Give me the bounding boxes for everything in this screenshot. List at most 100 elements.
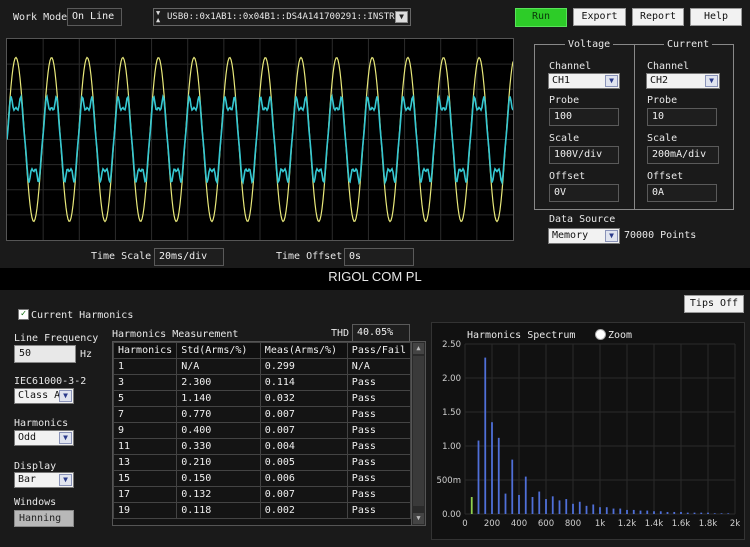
work-mode-field[interactable]: On Line <box>67 8 122 26</box>
column-header[interactable]: Meas(Arms/%) <box>259 342 348 359</box>
x-tick-label: 400 <box>511 519 527 529</box>
table-cell: 2.300 <box>176 374 261 391</box>
watermark-text: RIGOL COM PL <box>328 269 422 284</box>
windows-field[interactable]: Hanning <box>14 510 74 527</box>
table-cell: 9 <box>113 422 178 439</box>
table-row[interactable]: 5 1.140 0.032 Pass <box>113 390 412 407</box>
current-harmonics-label: Current Harmonics <box>31 310 134 321</box>
voltage-probe-field[interactable]: 100 <box>549 108 619 126</box>
y-tick-label: 500m <box>436 476 461 486</box>
voltage-scale-field[interactable]: 100V/div <box>549 146 619 164</box>
standard-select[interactable]: Class A ▼ <box>14 388 74 404</box>
display-select[interactable]: Bar ▼ <box>14 472 74 488</box>
display-label: Display <box>14 461 57 472</box>
time-offset-field[interactable]: 0s <box>344 248 414 266</box>
spectrum-bar <box>524 476 527 514</box>
spectrum-bar <box>612 508 615 514</box>
line-frequency-unit: Hz <box>80 349 93 360</box>
current-probe-field[interactable]: 10 <box>647 108 717 126</box>
table-cell: 0.400 <box>176 422 261 439</box>
spectrum-bar <box>639 510 642 514</box>
spectrum-bar <box>693 512 696 514</box>
waveform-plot <box>7 39 513 240</box>
table-row[interactable]: 15 0.150 0.006 Pass <box>113 470 412 487</box>
data-source-points: 70000 Points <box>624 230 697 241</box>
table-row[interactable]: 1 N/A 0.299 N/A <box>113 358 412 375</box>
scroll-down-arrow[interactable]: ▼ <box>413 513 424 524</box>
table-row[interactable]: 7 0.770 0.007 Pass <box>113 406 412 423</box>
table-row[interactable]: 3 2.300 0.114 Pass <box>113 374 412 391</box>
table-row[interactable]: 13 0.210 0.005 Pass <box>113 454 412 471</box>
spectrum-bar <box>531 497 534 514</box>
table-cell: 0.032 <box>259 390 348 407</box>
line-frequency-field[interactable]: 50 <box>14 345 76 363</box>
spectrum-bar <box>572 503 574 514</box>
table-cell: 0.150 <box>176 470 261 487</box>
spectrum-bar <box>666 511 669 514</box>
table-cell: 19 <box>113 502 178 519</box>
spectrum-bar <box>659 511 662 514</box>
report-button[interactable]: Report <box>632 8 684 26</box>
measurement-title: Harmonics Measurement <box>112 329 239 340</box>
x-tick-label: 1.4k <box>645 519 664 529</box>
table-cell: 17 <box>113 486 178 503</box>
export-button[interactable]: Export <box>573 8 626 26</box>
scroll-up-arrow[interactable]: ▲ <box>413 343 424 354</box>
table-row[interactable]: 11 0.330 0.004 Pass <box>113 438 412 455</box>
column-header[interactable]: Std(Arms/%) <box>176 342 261 359</box>
column-header[interactable]: Pass/Fail <box>346 342 412 359</box>
x-tick-label: 1k <box>595 519 605 529</box>
run-button[interactable]: Run <box>515 8 567 27</box>
table-header-row: Harmonics Std(Arms/%) Meas(Arms/%) Pass/… <box>113 342 412 359</box>
table-cell: 7 <box>113 406 178 423</box>
spectrum-bar <box>605 507 608 514</box>
time-scale-field[interactable]: 20ms/div <box>154 248 224 266</box>
current-offset-field[interactable]: 0A <box>647 184 717 202</box>
spectrum-bar <box>538 491 541 514</box>
spectrum-bar <box>558 500 561 514</box>
time-offset-label: Time Offset <box>276 251 343 262</box>
table-cell: 1 <box>113 358 178 375</box>
waveform-panel <box>6 38 514 241</box>
table-cell: N/A <box>346 358 412 375</box>
current-channel-select[interactable]: CH2 ▼ <box>646 73 720 89</box>
spectrum-bar <box>565 499 568 514</box>
current-channel-label: Channel <box>647 61 690 72</box>
measurement-table-container: Harmonics Std(Arms/%) Meas(Arms/%) Pass/… <box>112 341 426 526</box>
line-frequency-label: Line Frequency <box>14 333 99 344</box>
resource-combo[interactable]: ▼ ▲ USB0::0x1AB1::0x04B1::DS4A141700291::… <box>153 8 411 26</box>
data-source-select[interactable]: Memory ▼ <box>548 228 620 244</box>
table-cell: Pass <box>346 390 412 407</box>
table-row[interactable]: 19 0.118 0.002 Pass <box>113 502 412 519</box>
current-harmonics-checkbox[interactable]: ✓ <box>18 309 29 320</box>
spectrum-bar <box>585 505 588 514</box>
chevron-down-icon[interactable]: ▼ <box>395 11 408 23</box>
help-button[interactable]: Help <box>690 8 742 26</box>
table-cell: 0.005 <box>259 454 348 471</box>
y-tick-label: 0.00 <box>442 510 461 520</box>
y-tick-label: 2.00 <box>442 374 461 384</box>
spectrum-bar <box>680 511 682 514</box>
table-cell: Pass <box>346 438 412 455</box>
table-row[interactable]: 17 0.132 0.007 Pass <box>113 486 412 503</box>
chevron-down-icon: ▼ <box>59 390 72 402</box>
spectrum-bar <box>713 513 716 514</box>
harmonics-select[interactable]: Odd ▼ <box>14 430 74 446</box>
spectrum-bar <box>727 513 730 514</box>
column-header[interactable]: Harmonics <box>113 342 178 359</box>
current-scale-field[interactable]: 200mA/div <box>647 146 719 164</box>
x-tick-label: 800 <box>565 519 581 529</box>
voltage-channel-select[interactable]: CH1 ▼ <box>548 73 620 89</box>
spectrum-panel: Harmonics Spectrum Zoom 0.00 500m 1.00 1.50… <box>431 322 745 540</box>
chevron-down-icon: ▼ <box>705 75 718 87</box>
table-cell: 13 <box>113 454 178 471</box>
voltage-offset-field[interactable]: 0V <box>549 184 619 202</box>
table-cell: 0.002 <box>259 502 348 519</box>
voltage-probe-label: Probe <box>549 95 580 106</box>
scroll-thumb[interactable] <box>413 356 424 506</box>
table-row[interactable]: 9 0.400 0.007 Pass <box>113 422 412 439</box>
tips-off-button[interactable]: Tips Off <box>684 295 744 313</box>
spectrum-bar <box>551 496 554 514</box>
spectrum-bar <box>673 511 676 514</box>
table-scrollbar[interactable]: ▲ ▼ <box>411 342 425 525</box>
